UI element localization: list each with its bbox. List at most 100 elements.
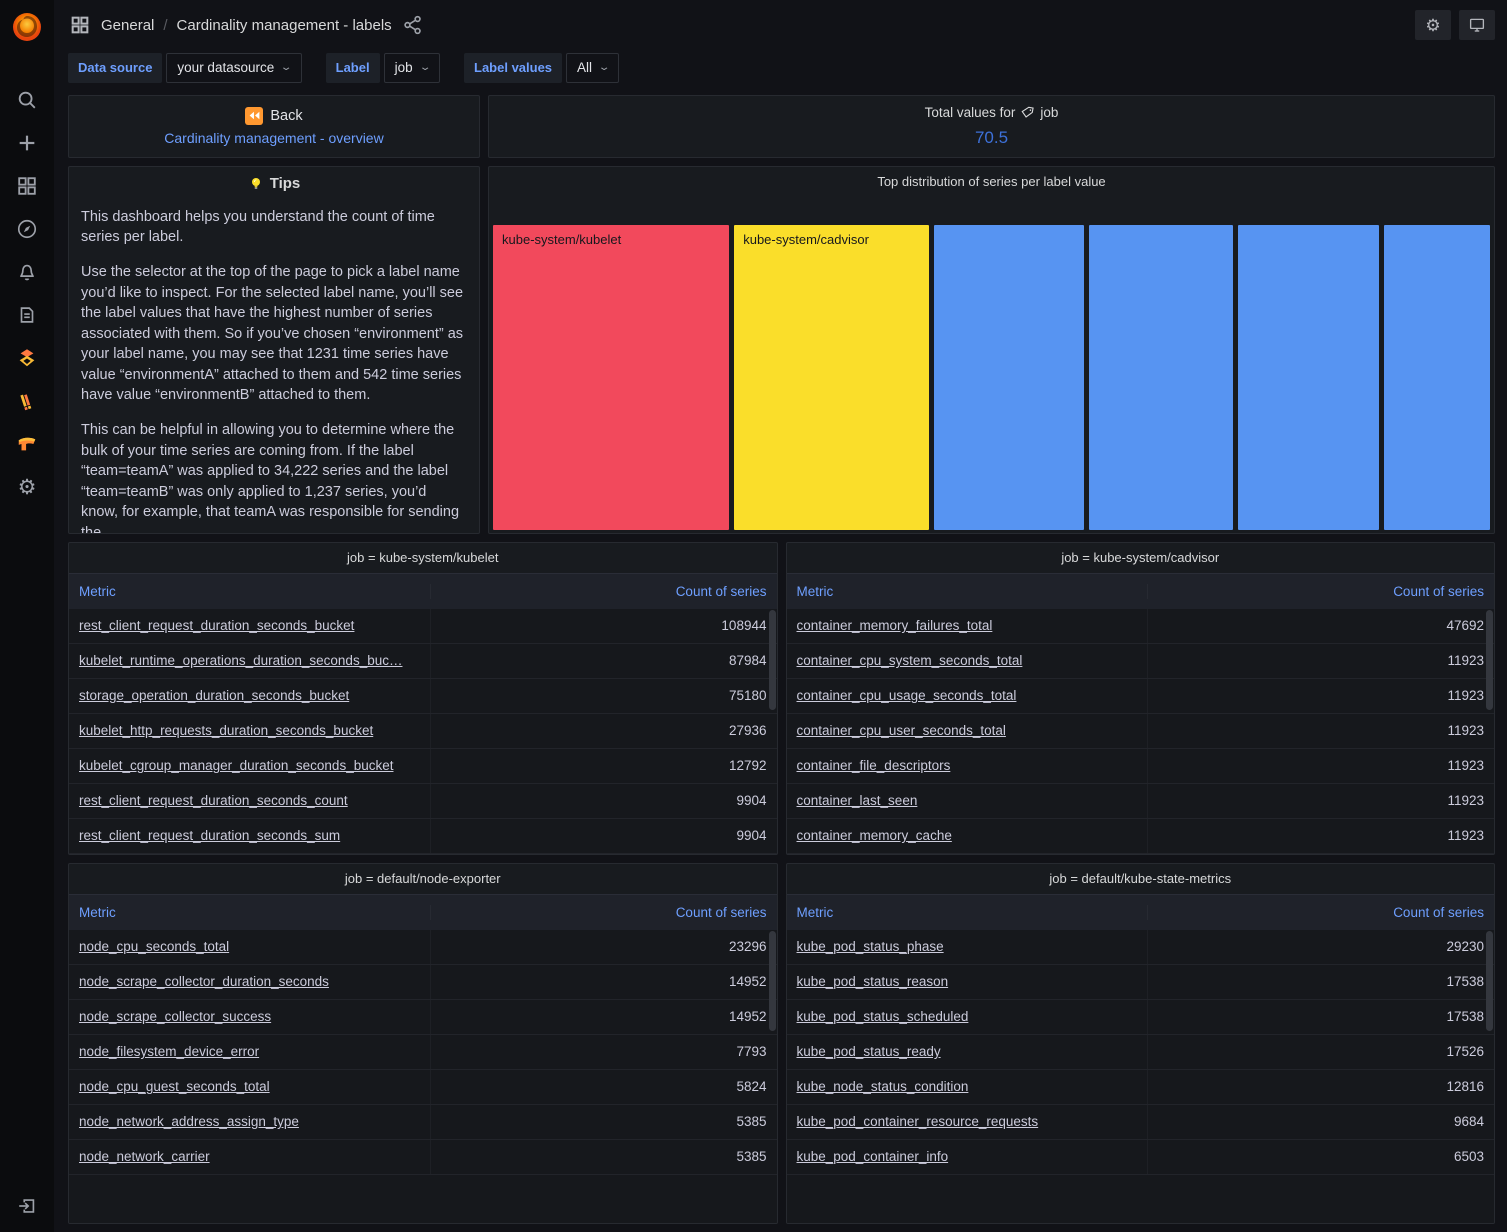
table-header: Metric Count of series [69,893,777,930]
table-body: container_memory_failures_total 47692 co… [786,608,1494,854]
total-title-prefix: Total values for [924,104,1016,120]
dashboards-grid-icon[interactable] [68,13,92,37]
metric-link[interactable]: kube_pod_container_resource_requests [787,1114,1148,1129]
chart-bar [1237,224,1379,530]
dashboards-icon[interactable] [15,174,39,198]
table-scrollbar[interactable] [1486,930,1493,1031]
alerting-bell-icon[interactable] [15,260,39,284]
settings-gear-icon[interactable]: ⚙ [15,475,39,499]
column-header-metric[interactable]: Metric [787,584,1148,599]
main-content: General / Cardinality management - label… [54,0,1507,1232]
series-count: 11923 [1147,678,1494,713]
chart-bar [933,224,1084,530]
series-count: 27936 [429,713,777,748]
series-count: 17538 [1147,964,1494,999]
table-title: job = default/kube-state-metrics [1049,871,1232,887]
column-header-count[interactable]: Count of series [1147,583,1494,599]
table-row: container_cpu_usage_seconds_total 11923 [786,678,1494,714]
column-header-metric[interactable]: Metric [69,905,430,920]
chart-title: Top distribution of series per label val… [877,174,1106,190]
overview-link[interactable]: Cardinality management - overview [164,130,383,146]
table-body: node_cpu_seconds_total 23296 node_scrape… [69,929,777,1175]
metric-link[interactable]: rest_client_request_duration_seconds_buc… [69,618,430,633]
column-header-count[interactable]: Count of series [429,904,777,920]
metric-link[interactable]: container_last_seen [787,793,1148,808]
table-row: node_filesystem_device_error 7793 [69,1034,777,1070]
table-row: container_memory_cache 11923 [786,818,1494,854]
series-count: 29230 [1147,929,1494,964]
topbar-actions: ⚙ [1415,10,1495,41]
table-row: kube_node_status_condition 12816 [786,1069,1494,1105]
metric-link[interactable]: kubelet_runtime_operations_duration_seco… [69,653,430,668]
distribution-chart-panel: Top distribution of series per label val… [488,165,1495,534]
tempo-icon[interactable] [15,432,39,456]
metric-link[interactable]: kube_pod_status_scheduled [787,1009,1148,1024]
chart-bar: kube-system/kubelet [493,224,730,530]
loki-icon[interactable] [15,389,39,413]
metric-link[interactable]: node_scrape_collector_duration_seconds [69,974,430,989]
column-header-metric[interactable]: Metric [787,905,1148,920]
metric-link[interactable]: container_file_descriptors [787,758,1148,773]
grafana-app: ⚙ General / Cardinality management - lab… [0,0,1507,1232]
metric-link[interactable]: node_network_carrier [69,1149,430,1164]
metric-link[interactable]: node_network_address_assign_type [69,1114,430,1129]
metric-link[interactable]: node_filesystem_device_error [69,1044,430,1059]
metric-link[interactable]: kube_node_status_condition [787,1079,1148,1094]
metric-link[interactable]: rest_client_request_duration_seconds_sum [69,828,430,843]
kiosk-mode-button[interactable] [1459,10,1495,41]
metric-link[interactable]: node_cpu_guest_seconds_total [69,1079,430,1094]
metric-link[interactable]: kubelet_http_requests_duration_seconds_b… [69,723,430,738]
metric-link[interactable]: container_cpu_system_seconds_total [787,653,1148,668]
metric-link[interactable]: container_memory_cache [787,828,1148,843]
series-count: 9904 [429,818,777,853]
table-header: Metric Count of series [786,893,1494,930]
label-values-select[interactable]: All ⌄ [566,52,620,83]
metric-link[interactable]: kube_pod_status_phase [787,939,1148,954]
tips-paragraph: This can be helpful in allowing you to d… [81,422,460,534]
sign-in-icon[interactable] [15,1194,39,1218]
column-header-metric[interactable]: Metric [69,584,430,599]
series-count: 108944 [429,608,777,643]
metric-link[interactable]: storage_operation_duration_seconds_bucke… [69,688,430,703]
breadcrumb-section[interactable]: General [101,17,154,34]
metric-link[interactable]: container_cpu_user_seconds_total [787,723,1148,738]
table-scrollbar[interactable] [1486,609,1493,710]
metric-link[interactable]: node_cpu_seconds_total [69,939,430,954]
metric-link[interactable]: container_cpu_usage_seconds_total [787,688,1148,703]
table-row: rest_client_request_duration_seconds_buc… [69,608,777,644]
metric-link[interactable]: kube_pod_container_info [787,1149,1148,1164]
column-header-count[interactable]: Count of series [429,583,777,599]
metric-link[interactable]: rest_client_request_duration_seconds_cou… [69,793,430,808]
table-scrollbar[interactable] [768,930,776,1031]
column-header-count[interactable]: Count of series [1147,904,1494,920]
share-icon[interactable] [401,13,425,37]
mimir-icon[interactable] [15,346,39,370]
plus-icon[interactable] [15,131,39,155]
label-select[interactable]: job ⌄ [383,52,440,83]
grafana-logo-icon[interactable] [10,10,44,44]
monitor-icon [1469,18,1485,32]
series-count: 12816 [1147,1069,1494,1104]
chevron-down-icon: ⌄ [280,62,293,74]
table-row: container_memory_failures_total 47692 [786,608,1494,644]
back-panel: Back Cardinality management - overview [68,94,480,158]
table-scrollbar[interactable] [768,609,776,710]
docs-icon[interactable] [15,303,39,327]
total-values-stat: 70.5 [974,127,1009,147]
explore-compass-icon[interactable] [15,217,39,241]
table-header: Metric Count of series [69,572,777,609]
table-row: node_scrape_collector_duration_seconds 1… [69,964,777,1000]
chart-bar [1088,224,1233,530]
table-row: kubelet_cgroup_manager_duration_seconds_… [69,748,777,784]
datasource-select[interactable]: your datasource ⌄ [166,52,302,83]
metric-link[interactable]: kube_pod_status_reason [787,974,1148,989]
search-icon[interactable] [15,88,39,112]
dashboard-settings-button[interactable]: ⚙ [1415,10,1451,41]
metric-link[interactable]: kube_pod_status_ready [787,1044,1148,1059]
series-count: 6503 [1147,1139,1494,1174]
series-count: 5824 [429,1069,777,1104]
metric-link[interactable]: container_memory_failures_total [787,618,1148,633]
metric-link[interactable]: kubelet_cgroup_manager_duration_seconds_… [69,758,430,773]
table-row: container_cpu_user_seconds_total 11923 [786,713,1494,749]
metric-link[interactable]: node_scrape_collector_success [69,1009,430,1024]
